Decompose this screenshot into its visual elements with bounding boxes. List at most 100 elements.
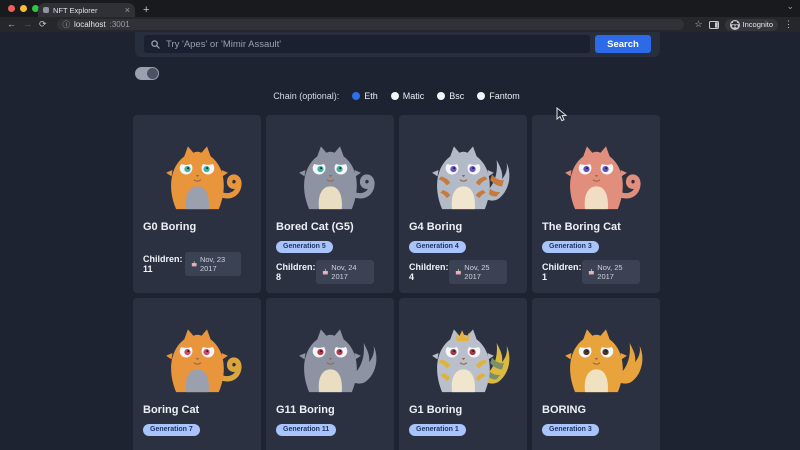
nft-card[interactable]: G1 Boring Generation 1	[399, 298, 527, 450]
card-title: G1 Boring	[409, 404, 463, 416]
tab-search-chevron-icon[interactable]: ⌄	[786, 2, 794, 11]
window-controls	[8, 5, 39, 12]
chain-option-label: Bsc	[449, 91, 465, 101]
bookmark-star-icon[interactable]: ☆	[694, 20, 702, 29]
radio-icon[interactable]	[437, 92, 446, 100]
cake-icon	[588, 268, 594, 275]
nft-card[interactable]: Bored Cat (G5) Generation 5 Children: 8 …	[266, 115, 394, 293]
card-title: BORING	[542, 404, 586, 416]
card-title: G0 Boring	[143, 221, 197, 233]
children-count: Children: 11	[143, 254, 183, 274]
incognito-icon	[729, 19, 740, 30]
search-placeholder: Try 'Apes' or 'Mimir Assault'	[166, 38, 282, 50]
generation-badge: Generation 7	[143, 424, 200, 436]
toggle-knob	[147, 68, 158, 79]
children-count: Children: 4	[409, 262, 449, 282]
chain-option-fantom[interactable]: Fantom	[477, 91, 520, 101]
card-title: G11 Boring	[276, 404, 335, 416]
card-meta: Children: 11 Nov, 23 2017	[143, 252, 251, 276]
back-icon[interactable]: ←	[7, 20, 16, 29]
card-meta: Children: 8 Nov, 24 2017	[276, 260, 384, 284]
nft-card[interactable]: BORING Generation 3	[532, 298, 660, 450]
chain-filter: Chain (optional): Eth Matic Bsc Fantom	[133, 91, 660, 101]
browser-window: NFT Explorer × + ⌄ ← → ⟳ ⓘ localhost :30…	[0, 0, 800, 450]
new-tab-button[interactable]: +	[143, 5, 149, 16]
browser-tab[interactable]: NFT Explorer ×	[38, 3, 135, 17]
birthday-date: Nov, 24 2017	[331, 263, 357, 281]
chain-option-matic[interactable]: Matic	[390, 91, 424, 101]
card-title: Boring Cat	[143, 404, 200, 416]
tab-title: NFT Explorer	[53, 5, 98, 15]
birthday-badge: Nov, 25 2017	[448, 260, 507, 284]
side-panel-icon[interactable]	[708, 16, 719, 34]
cat-image	[542, 124, 650, 212]
children-count: Children: 8	[276, 262, 316, 282]
children-count: Children: 1	[542, 262, 582, 282]
card-title: Bored Cat (G5)	[276, 221, 354, 233]
minimize-window-button[interactable]	[20, 5, 27, 12]
cake-icon	[455, 268, 461, 275]
url-host: localhost	[74, 19, 106, 29]
cat-image	[409, 124, 517, 212]
tab-strip: NFT Explorer × + ⌄	[0, 0, 800, 17]
cat-image	[276, 307, 384, 395]
search-panel: Try 'Apes' or 'Mimir Assault' Search	[135, 32, 660, 57]
site-info-icon[interactable]: ⓘ	[63, 21, 71, 29]
cat-image	[143, 124, 251, 212]
nft-card[interactable]: The Boring Cat Generation 3 Children: 1 …	[532, 115, 660, 293]
chain-option-bsc[interactable]: Bsc	[437, 91, 464, 101]
radio-icon[interactable]	[477, 92, 486, 100]
birthday-badge: Nov, 25 2017	[581, 260, 640, 284]
generation-badge: Generation 1	[409, 424, 466, 436]
radio-icon[interactable]	[352, 92, 361, 100]
chain-filter-label: Chain (optional):	[273, 91, 340, 101]
mouse-cursor	[556, 107, 568, 122]
cat-image	[143, 307, 251, 395]
card-grid: G0 Boring Children: 11 Nov, 23 2017 Bore…	[133, 115, 660, 450]
search-icon	[151, 39, 160, 49]
nft-card[interactable]: G11 Boring Generation 11	[266, 298, 394, 450]
chain-option-label: Fantom	[489, 91, 520, 101]
cat-image	[409, 307, 517, 395]
cat-image	[276, 124, 384, 212]
birthday-date: Nov, 25 2017	[464, 263, 490, 281]
card-title: G4 Boring	[409, 221, 463, 233]
generation-badge: Generation 3	[542, 241, 599, 253]
page-content: Try 'Apes' or 'Mimir Assault' Search Cha…	[0, 32, 800, 450]
search-input[interactable]: Try 'Apes' or 'Mimir Assault'	[144, 35, 590, 53]
close-window-button[interactable]	[8, 5, 15, 12]
chain-option-eth[interactable]: Eth	[352, 91, 378, 101]
generation-badge: Generation 11	[276, 424, 337, 436]
incognito-label: Incognito	[742, 19, 773, 29]
tab-favicon-icon	[43, 7, 49, 13]
nft-card[interactable]: G0 Boring Children: 11 Nov, 23 2017	[133, 115, 261, 293]
birthday-badge: Nov, 24 2017	[315, 260, 374, 284]
card-meta: Children: 1 Nov, 25 2017	[542, 260, 650, 284]
card-title: The Boring Cat	[542, 221, 621, 233]
incognito-badge[interactable]: Incognito	[724, 18, 778, 31]
forward-icon[interactable]: →	[23, 20, 32, 29]
birthday-badge: Nov, 23 2017	[184, 252, 241, 276]
birthday-date: Nov, 23 2017	[199, 255, 226, 273]
cake-icon	[322, 268, 328, 275]
reload-icon[interactable]: ⟳	[39, 20, 47, 29]
url-port: :3001	[109, 19, 130, 29]
chain-options: Eth Matic Bsc Fantom	[352, 91, 520, 101]
card-meta: Children: 4 Nov, 25 2017	[409, 260, 517, 284]
nft-card[interactable]: Boring Cat Generation 7	[133, 298, 261, 450]
filter-toggle[interactable]	[135, 67, 159, 80]
nft-card[interactable]: G4 Boring Generation 4 Children: 4 Nov, …	[399, 115, 527, 293]
toolbar-actions: ☆ Incognito ⋮	[694, 16, 793, 34]
address-bar[interactable]: ⓘ localhost :3001	[56, 19, 685, 30]
browser-menu-icon[interactable]: ⋮	[784, 20, 793, 29]
generation-badge: Generation 4	[409, 241, 466, 253]
generation-badge: Generation 5	[276, 241, 333, 253]
browser-toolbar: ← → ⟳ ⓘ localhost :3001 ☆ Incognito ⋮	[0, 17, 800, 32]
cake-icon	[191, 260, 197, 267]
search-button[interactable]: Search	[595, 35, 651, 53]
chain-option-label: Eth	[364, 91, 378, 101]
generation-badge: Generation 3	[542, 424, 599, 436]
birthday-date: Nov, 25 2017	[597, 263, 623, 281]
radio-icon[interactable]	[390, 92, 399, 100]
tab-close-icon[interactable]: ×	[125, 5, 130, 15]
